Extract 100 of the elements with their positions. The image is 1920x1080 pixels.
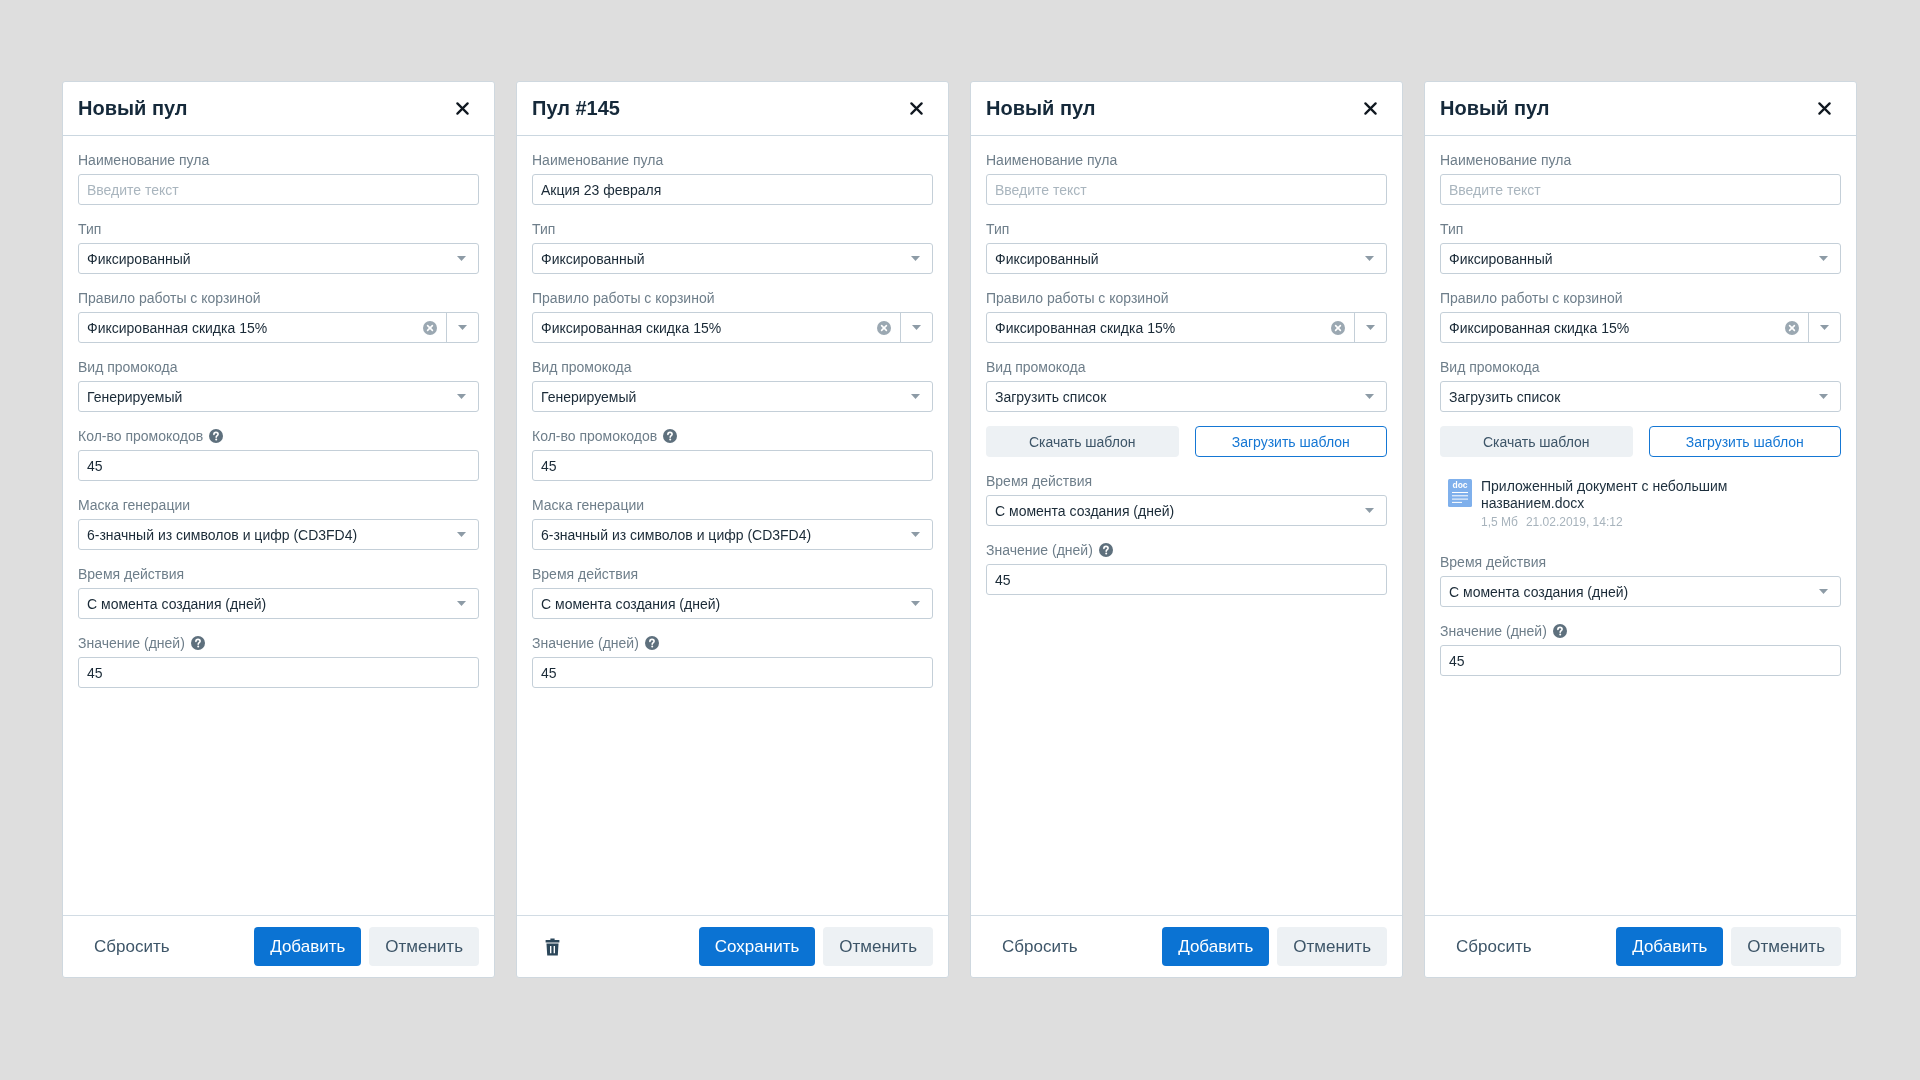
dropdown[interactable]: 6-значный из символов и цифр (CD3FD4) xyxy=(78,519,479,550)
file-date: 21.02.2019, 14:12 xyxy=(1525,514,1623,530)
dropdown[interactable]: Фиксированная скидка 15% xyxy=(78,312,479,343)
help-icon[interactable] xyxy=(1552,624,1567,638)
field-label: Наименование пула xyxy=(1440,151,1572,170)
dropdown[interactable]: Фиксированный xyxy=(78,243,479,274)
close-icon[interactable] xyxy=(910,102,923,115)
field-label: Время действия xyxy=(1440,553,1547,572)
text-input[interactable]: 45 xyxy=(78,657,479,688)
field-label: Тип xyxy=(78,220,102,239)
field-label: Правило работы с корзиной xyxy=(986,289,1169,308)
field-label: Вид промокода xyxy=(78,358,178,377)
dropdown[interactable]: Фиксированный xyxy=(1440,243,1841,274)
field-label: Кол-во промокодов xyxy=(532,427,658,446)
dialog-title: Новый пул xyxy=(78,97,188,120)
dialog-title: Новый пул xyxy=(1440,97,1550,120)
help-icon[interactable] xyxy=(209,429,224,443)
caret-icon xyxy=(457,532,466,537)
dropdown[interactable]: Генерируемый xyxy=(78,381,479,412)
text-input[interactable]: Введите текст xyxy=(78,174,479,205)
caret-icon xyxy=(911,601,920,606)
caret-icon xyxy=(912,325,921,330)
dropdown[interactable]: Фиксированная скидка 15% xyxy=(1440,312,1841,343)
reset-button[interactable]: Сбросить xyxy=(78,927,186,966)
trash-icon[interactable] xyxy=(545,937,560,956)
upload-template-button[interactable]: Загрузить шаблон xyxy=(1648,426,1841,457)
field-label: Кол-во промокодов xyxy=(78,427,204,446)
caret-icon xyxy=(1365,256,1374,261)
submit-button[interactable]: Сохранить xyxy=(698,927,816,966)
caret-icon xyxy=(1820,325,1829,330)
file-name[interactable]: Приложенный документ с небольшим названием.docx xyxy=(1481,478,1761,512)
field-label: Вид промокода xyxy=(1440,358,1540,377)
submit-button[interactable]: Добавить xyxy=(1616,927,1724,966)
cancel-button[interactable]: Отменить xyxy=(1277,927,1387,966)
caret-icon xyxy=(457,256,466,261)
text-input[interactable]: 45 xyxy=(78,450,479,481)
submit-button[interactable]: Добавить xyxy=(254,927,362,966)
text-input[interactable]: Введите текст xyxy=(986,174,1387,205)
caret-icon xyxy=(1819,394,1828,399)
dropdown[interactable]: С момента создания (дней) xyxy=(532,588,933,619)
dropdown[interactable]: С момента создания (дней) xyxy=(1440,576,1841,607)
help-icon[interactable] xyxy=(663,429,678,443)
field-label: Время действия xyxy=(986,472,1093,491)
field-label: Вид промокода xyxy=(986,358,1086,377)
help-icon[interactable] xyxy=(644,636,659,650)
help-icon[interactable] xyxy=(1098,543,1113,557)
field-label: Правило работы с корзиной xyxy=(532,289,715,308)
field-label: Правило работы с корзиной xyxy=(1440,289,1623,308)
download-template-button[interactable]: Скачать шаблон xyxy=(986,426,1179,457)
field-label: Наименование пула xyxy=(78,151,210,170)
reset-button[interactable]: Сбросить xyxy=(1440,927,1548,966)
field-label: Значение (дней) xyxy=(986,541,1093,560)
help-icon[interactable] xyxy=(190,636,205,650)
dropdown[interactable]: С момента создания (дней) xyxy=(78,588,479,619)
text-input[interactable]: Акция 23 февраля xyxy=(532,174,933,205)
submit-button[interactable]: Добавить xyxy=(1162,927,1270,966)
cancel-button[interactable]: Отменить xyxy=(1731,927,1841,966)
upload-template-button[interactable]: Загрузить шаблон xyxy=(1194,426,1387,457)
dropdown[interactable]: Загрузить список xyxy=(1440,381,1841,412)
text-input[interactable]: 45 xyxy=(1440,645,1841,676)
field-label: Вид промокода xyxy=(532,358,632,377)
close-icon[interactable] xyxy=(1818,102,1831,115)
dropdown[interactable]: С момента создания (дней) xyxy=(986,495,1387,526)
dropdown[interactable]: Фиксированный xyxy=(986,243,1387,274)
text-input[interactable]: 45 xyxy=(986,564,1387,595)
close-icon[interactable] xyxy=(1364,102,1377,115)
field-label: Значение (дней) xyxy=(78,634,185,653)
cancel-button[interactable]: Отменить xyxy=(369,927,479,966)
dropdown[interactable]: 6-значный из символов и цифр (CD3FD4) xyxy=(532,519,933,550)
field-label: Правило работы с корзиной xyxy=(78,289,261,308)
dialog-title: Пул #145 xyxy=(532,97,620,120)
dropdown[interactable]: Фиксированная скидка 15% xyxy=(532,312,933,343)
close-icon[interactable] xyxy=(456,102,469,115)
caret-icon xyxy=(458,325,467,330)
field-label: Наименование пула xyxy=(986,151,1118,170)
dropdown[interactable]: Генерируемый xyxy=(532,381,933,412)
reset-button[interactable]: Сбросить xyxy=(986,927,1094,966)
file-size: 1,5 Мб xyxy=(1481,514,1518,530)
dropdown[interactable]: Фиксированная скидка 15% xyxy=(986,312,1387,343)
caret-icon xyxy=(1819,256,1828,261)
caret-icon xyxy=(1365,394,1374,399)
text-input[interactable]: 45 xyxy=(532,657,933,688)
field-label: Тип xyxy=(532,220,556,239)
dropdown[interactable]: Фиксированный xyxy=(532,243,933,274)
field-label: Маска генерации xyxy=(78,496,191,515)
field-label: Время действия xyxy=(532,565,639,584)
field-label: Маска генерации xyxy=(532,496,645,515)
dialog-title: Новый пул xyxy=(986,97,1096,120)
download-template-button[interactable]: Скачать шаблон xyxy=(1440,426,1633,457)
caret-icon xyxy=(911,532,920,537)
caret-icon xyxy=(457,394,466,399)
field-label: Тип xyxy=(986,220,1010,239)
text-input[interactable]: 45 xyxy=(532,450,933,481)
dropdown[interactable]: Загрузить список xyxy=(986,381,1387,412)
text-input[interactable]: Введите текст xyxy=(1440,174,1841,205)
field-label: Время действия xyxy=(78,565,185,584)
cancel-button[interactable]: Отменить xyxy=(823,927,933,966)
caret-icon xyxy=(457,601,466,606)
field-label: Наименование пула xyxy=(532,151,664,170)
caret-icon xyxy=(1819,589,1828,594)
